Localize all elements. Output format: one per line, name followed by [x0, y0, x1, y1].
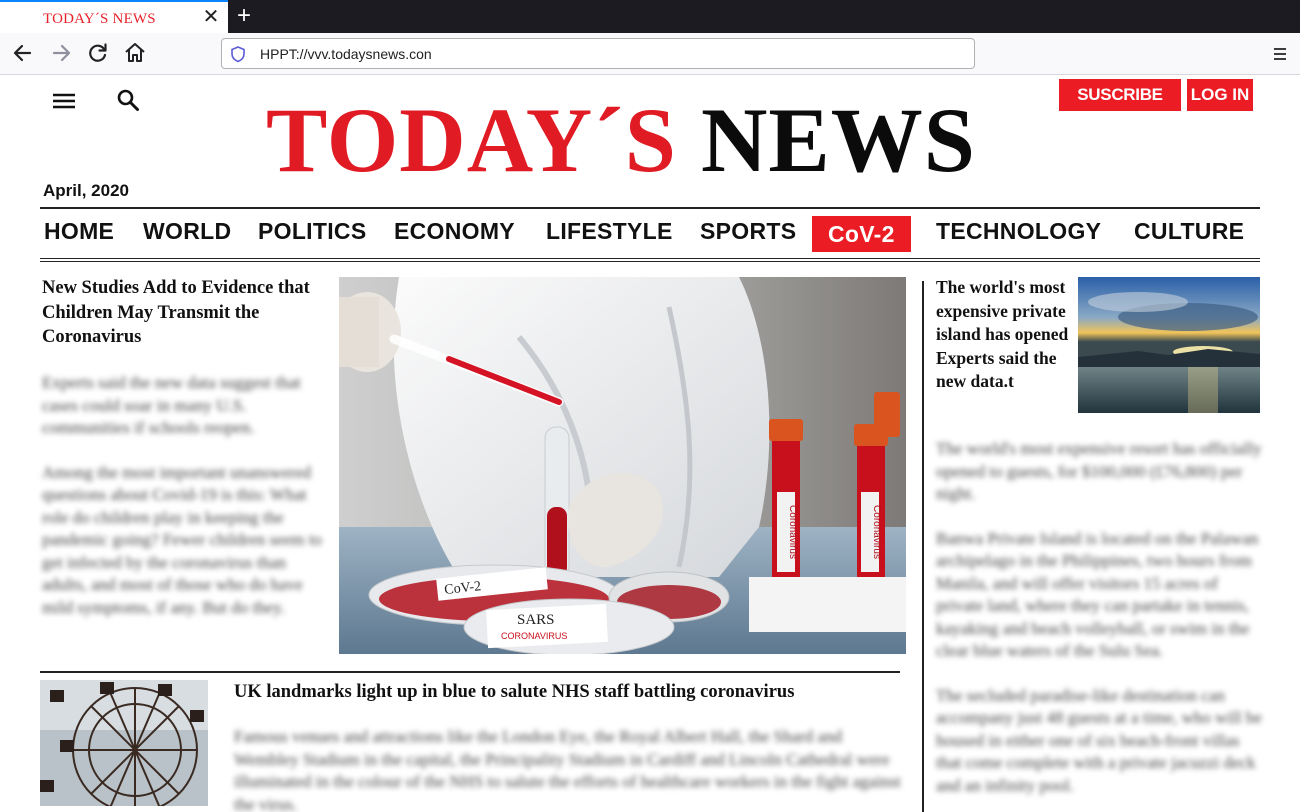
nav-technology[interactable]: TECHNOLOGY	[936, 218, 1101, 245]
island-body: The world's most expensive resort has of…	[936, 438, 1266, 812]
nav-cov2[interactable]: CoV-2	[812, 216, 911, 252]
lead-headline[interactable]: New Studies Add to Evidence that Childre…	[42, 276, 312, 350]
landmarks-headline[interactable]: UK landmarks light up in blue to salute …	[234, 680, 914, 704]
forward-arrow-icon[interactable]	[46, 38, 76, 68]
url-text[interactable]: HPPT://vvv.todaysnews.con	[260, 46, 432, 62]
shield-icon[interactable]	[229, 45, 247, 63]
bottom-rule	[40, 671, 900, 673]
top-rule	[40, 207, 1260, 209]
edition-date: April, 2020	[43, 181, 129, 200]
island-paragraph-2: Banwa Private Island is located on the P…	[936, 528, 1259, 661]
nav-economy[interactable]: ECONOMY	[394, 218, 515, 245]
petri-label-sars: SARS	[517, 612, 555, 628]
new-tab-button[interactable]: +	[234, 3, 254, 29]
hero-image-lab[interactable]: Coronavirus Coronavirus CoV-2 SARS CORON…	[339, 277, 906, 654]
masthead-news: NEWS	[700, 89, 976, 191]
tube-label-2: Coronavirus	[871, 505, 882, 559]
hamburger-menu-icon[interactable]	[53, 92, 75, 110]
nav-world[interactable]: WORLD	[143, 218, 231, 245]
landmarks-paragraph-1: Famous venues and attractions like the L…	[234, 727, 901, 812]
nav-sports[interactable]: SPORTS	[700, 218, 796, 245]
subscribe-button[interactable]: SUSCRIBE	[1059, 79, 1181, 111]
nav-rule-2	[40, 261, 1260, 262]
back-arrow-icon[interactable]	[8, 38, 38, 68]
island-paragraph-1: The world's most expensive resort has of…	[936, 439, 1262, 503]
browser-toolbar: HPPT://vvv.todaysnews.con	[0, 33, 1300, 75]
section-nav: HOME WORLD POLITICS ECONOMY LIFESTYLE SP…	[40, 214, 1260, 254]
tube-label-1: Coronavirus	[787, 505, 798, 559]
landmarks-body: Famous venues and attractions like the L…	[234, 726, 910, 812]
tab-title: TODAY´S NEWS	[43, 11, 156, 27]
column-divider	[922, 281, 924, 812]
app-menu-icon[interactable]	[1268, 42, 1292, 66]
island-headline[interactable]: The world's most expensive private islan…	[936, 276, 1076, 394]
island-paragraph-3: The secluded paradise-like destination c…	[936, 685, 1262, 795]
petri-label-coronavirus: CORONAVIRUS	[501, 631, 567, 641]
news-page: TODAY´S NEWS SUSCRIBE LOG IN April, 2020…	[0, 76, 1300, 812]
nav-rule-1	[40, 258, 1260, 259]
nav-lifestyle[interactable]: LIFESTYLE	[546, 218, 673, 245]
nav-culture[interactable]: CULTURE	[1134, 218, 1244, 245]
close-tab-icon[interactable]: ✕	[201, 6, 221, 28]
browser-tab[interactable]: TODAY´S NEWS ✕	[0, 0, 228, 33]
home-icon[interactable]	[120, 38, 150, 68]
address-bar[interactable]: HPPT://vvv.todaysnews.con	[221, 38, 975, 69]
reload-icon[interactable]	[83, 38, 113, 68]
lead-paragraph-1: Experts said the new data suggest that c…	[42, 373, 301, 437]
site-masthead[interactable]: TODAY´S NEWS	[266, 90, 1046, 190]
masthead-todays: TODAY´S	[266, 89, 677, 191]
nav-politics[interactable]: POLITICS	[258, 218, 366, 245]
login-button[interactable]: LOG IN	[1187, 79, 1253, 111]
nav-home[interactable]: HOME	[44, 218, 114, 245]
ferris-wheel-thumbnail[interactable]	[40, 680, 208, 806]
browser-tab-strip: TODAY´S NEWS ✕ +	[0, 0, 1300, 33]
search-icon[interactable]	[116, 88, 140, 112]
island-thumbnail[interactable]	[1078, 277, 1260, 413]
lead-body: Experts said the new data suggest that c…	[42, 372, 327, 641]
lead-paragraph-2: Among the most important unanswered ques…	[42, 462, 322, 617]
